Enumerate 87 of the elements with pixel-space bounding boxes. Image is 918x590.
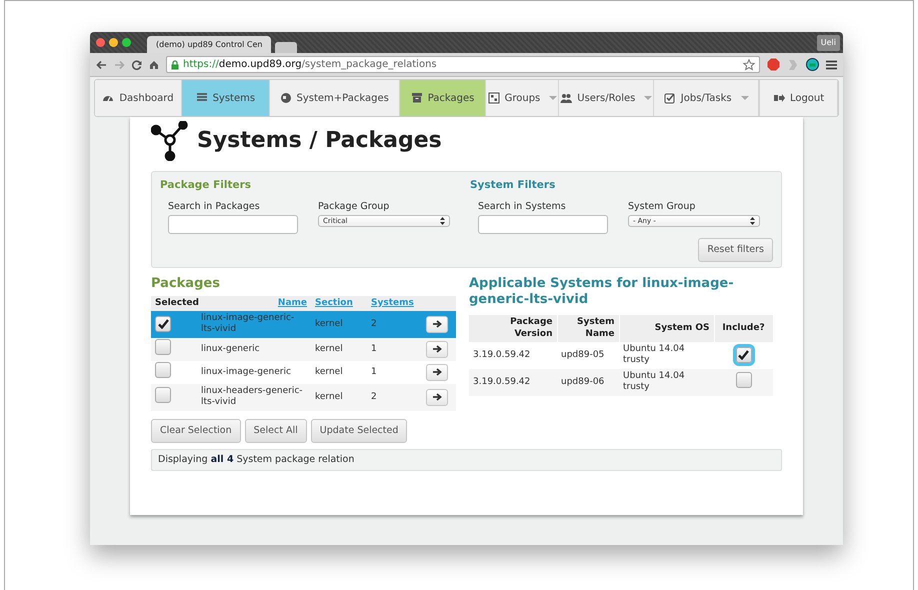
updown-icon xyxy=(750,216,755,225)
nav-item[interactable]: Dashboard xyxy=(95,80,182,116)
nav-item[interactable]: Groups xyxy=(486,80,560,116)
column-header: Selected xyxy=(155,298,199,308)
version-text: 3.19.0.59.42 xyxy=(473,376,530,387)
system-name: upd89-05 xyxy=(561,350,604,360)
version-text: 3.19.0.59.42 xyxy=(473,350,530,360)
checkbox[interactable] xyxy=(155,316,171,332)
address-field[interactable]: https://demo.upd89.org/system_package_relations xyxy=(166,56,760,73)
action-button[interactable]: Update Selected xyxy=(310,418,408,444)
systems-count: 1 xyxy=(371,366,377,377)
systems-count: 1 xyxy=(371,344,377,354)
package-name: linux-headers-generic-lts-vivid xyxy=(201,386,303,408)
systems-count: 2 xyxy=(371,318,377,329)
section-heading: Applicable Systems for linux-image-generic-lts-vivid xyxy=(469,276,735,308)
package-name: linux-image-generic xyxy=(201,366,291,377)
grid-icon xyxy=(488,92,500,104)
tab-title: (demo) upd89 Control Cen xyxy=(156,38,262,50)
section-text: kernel xyxy=(315,366,343,377)
section-text: kernel xyxy=(315,318,343,329)
column-header: Include? xyxy=(722,322,765,333)
os-text: Ubuntu 14.04 trusty xyxy=(623,344,685,366)
section-heading: Packages xyxy=(151,276,221,292)
checkbox[interactable] xyxy=(155,339,171,356)
nav-item[interactable]: Users/Roles xyxy=(559,80,654,116)
search-field[interactable] xyxy=(168,214,298,234)
arrow-icon xyxy=(432,320,442,328)
section-text: kernel xyxy=(315,344,343,354)
field-label: Package Group xyxy=(318,200,390,214)
users-icon xyxy=(560,92,572,104)
os-text: Ubuntu 14.04 trusty xyxy=(623,371,685,392)
status-text: Displaying all 4 System package relation xyxy=(151,449,782,472)
logout-icon xyxy=(772,92,785,104)
selected-row[interactable]: linux-image-generic-lts-vivid kernel 2 xyxy=(151,310,456,338)
column-header: System OS xyxy=(654,322,710,333)
details-button[interactable] xyxy=(426,388,448,406)
list-icon xyxy=(196,92,208,104)
arrow-icon xyxy=(432,393,442,402)
forward-icon xyxy=(114,60,125,70)
stop-sign-icon xyxy=(767,58,780,71)
system-name: upd89-06 xyxy=(561,376,604,387)
nav-item[interactable]: Jobs/Tasks xyxy=(654,80,760,116)
extension-icon xyxy=(806,58,819,71)
action-button[interactable]: Clear Selection xyxy=(151,418,241,444)
package-name: linux-image-generic-lts-vivid xyxy=(201,313,294,334)
star-icon xyxy=(743,58,755,70)
package-name: linux-generic xyxy=(201,344,260,354)
checkbox-icon xyxy=(664,92,676,104)
page-title: Systems / Packages xyxy=(197,128,442,154)
checkbox[interactable] xyxy=(736,372,752,388)
lock-icon xyxy=(171,60,179,70)
url-text: https://demo.upd89.org/system_package_relations xyxy=(183,58,437,72)
nav-item[interactable]: Packages xyxy=(400,80,486,116)
check-icon xyxy=(738,350,749,360)
field-label: Search in Systems xyxy=(478,200,567,214)
reload-icon xyxy=(132,60,142,70)
action-button[interactable]: Select All xyxy=(244,418,307,444)
systems-count: 2 xyxy=(371,392,377,402)
filter-heading: Package Filters xyxy=(160,179,252,192)
user-badge: Ueli xyxy=(816,34,840,50)
search-field[interactable] xyxy=(478,214,608,234)
details-button[interactable] xyxy=(426,316,448,333)
new-tab-button[interactable] xyxy=(275,42,297,53)
archive-icon xyxy=(410,92,423,104)
arrow-icon xyxy=(432,345,442,354)
back-icon xyxy=(96,60,107,70)
nav-item[interactable]: Logout xyxy=(760,80,838,116)
field-label: Search in Packages xyxy=(168,200,261,214)
checkbox[interactable] xyxy=(155,387,171,404)
home-icon xyxy=(149,60,159,70)
details-button[interactable] xyxy=(426,340,448,358)
section-text: kernel xyxy=(315,392,343,402)
network-icon xyxy=(151,121,189,161)
nav-item[interactable]: Systems xyxy=(182,80,270,116)
nav-item[interactable]: System+Packages xyxy=(270,80,400,116)
browser-tab[interactable]: (demo) upd89 Control Cen xyxy=(147,36,271,53)
menu-icon xyxy=(826,60,837,70)
column-header: Package Version xyxy=(510,317,552,339)
updown-icon xyxy=(440,216,445,225)
arrow-icon xyxy=(432,368,442,376)
column-header: System Name xyxy=(577,317,614,339)
field-label: System Group xyxy=(628,200,696,214)
filter-heading: System Filters xyxy=(470,179,556,192)
reset-filters-button[interactable]: Reset filters xyxy=(698,238,773,262)
check-icon xyxy=(158,318,168,329)
details-button[interactable] xyxy=(426,364,448,381)
checkbox[interactable] xyxy=(155,362,171,378)
